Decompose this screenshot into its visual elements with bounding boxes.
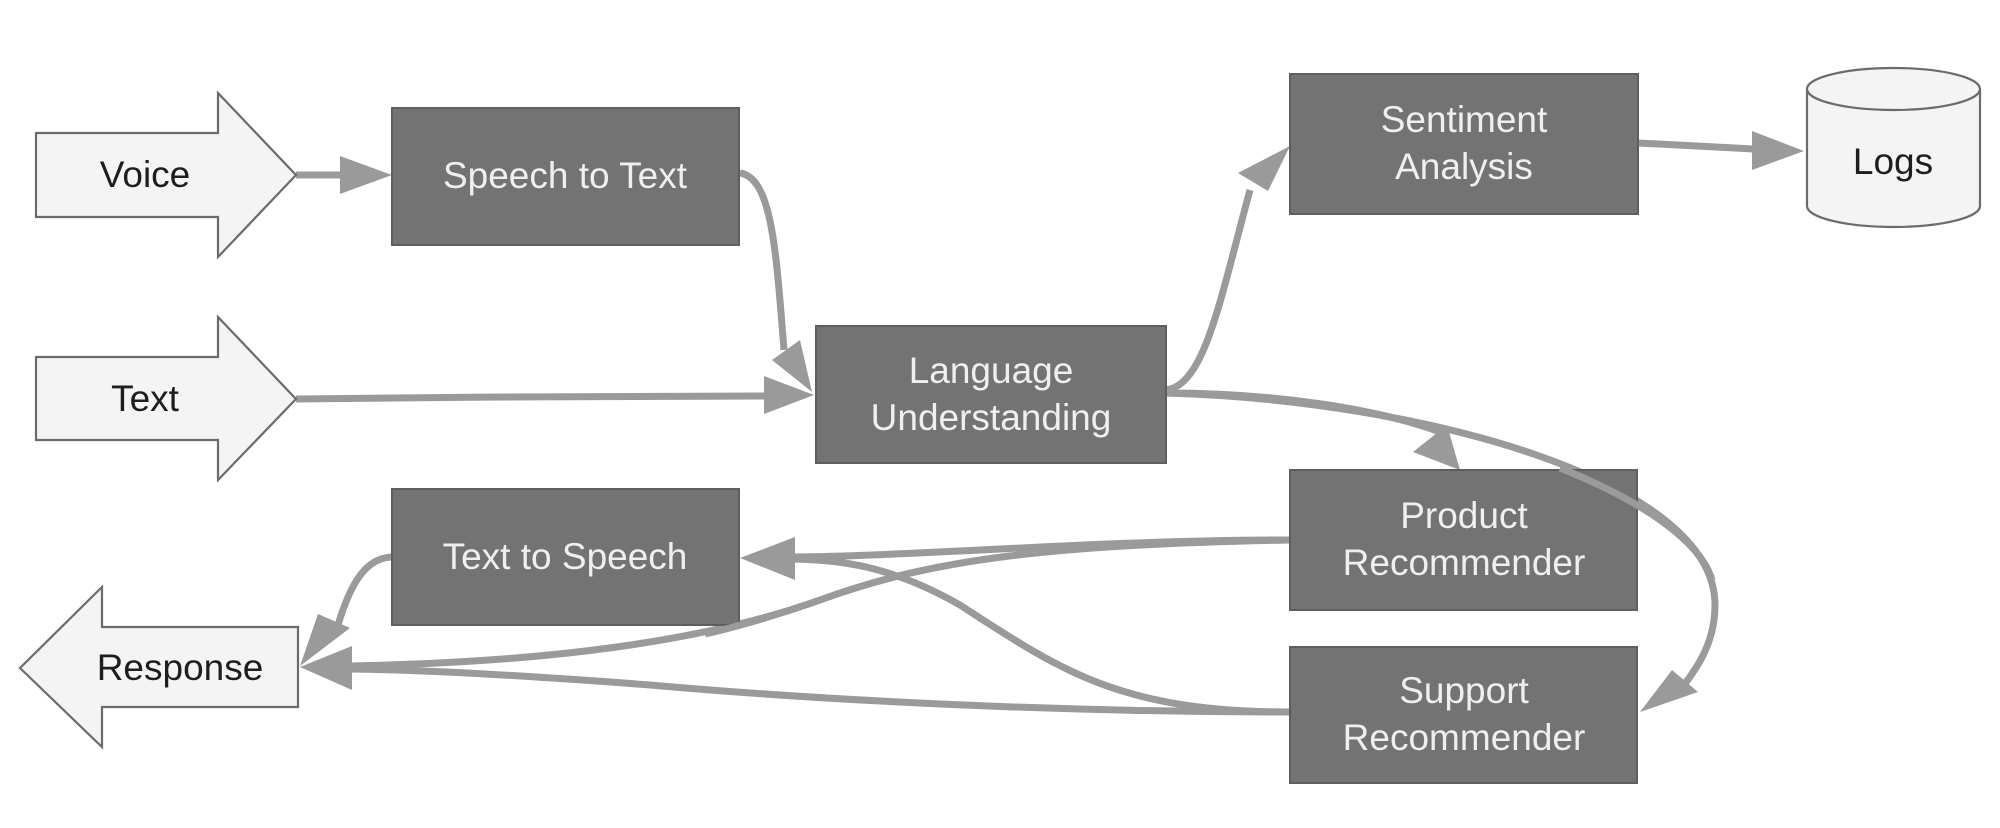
architecture-diagram: Voice Text Response Speech to Text Langu… <box>18 66 1982 784</box>
response-label: Response <box>97 647 264 688</box>
product-recommender-label-line2: Recommender <box>1343 542 1586 583</box>
support-recommender-label-line1: Support <box>1399 670 1529 711</box>
node-language-understanding: Language Understanding <box>815 325 1167 464</box>
node-product-recommender: Product Recommender <box>1289 469 1638 611</box>
text-to-speech-label: Text to Speech <box>443 536 688 577</box>
input-voice: Voice <box>34 90 298 260</box>
language-understanding-label-line1: Language <box>909 350 1074 391</box>
node-support-recommender: Support Recommender <box>1289 646 1638 784</box>
edge-sentiment-analysis-to-logs <box>1637 131 1804 170</box>
support-recommender-label-line2: Recommender <box>1343 717 1586 758</box>
input-text: Text <box>34 314 298 483</box>
edge-language-understanding-to-sentiment-analysis <box>1165 146 1290 394</box>
logs-label: Logs <box>1853 141 1933 182</box>
edge-support-recommender-to-response <box>349 665 1291 716</box>
product-recommender-label-line1: Product <box>1400 495 1528 536</box>
node-text-to-speech: Text to Speech <box>391 488 740 626</box>
node-speech-to-text: Speech to Text <box>391 107 740 246</box>
sentiment-analysis-label-line1: Sentiment <box>1381 99 1548 140</box>
output-response: Response <box>18 584 300 750</box>
text-label: Text <box>111 378 180 419</box>
voice-label: Voice <box>100 154 191 195</box>
speech-to-text-label: Speech to Text <box>443 155 688 196</box>
cylinder-top <box>1805 66 1982 112</box>
edge-speech-to-text-to-language-understanding <box>739 169 812 392</box>
edge-voice-to-speech-to-text <box>296 156 392 194</box>
node-sentiment-analysis: Sentiment Analysis <box>1289 73 1639 215</box>
edge-text-to-language-understanding <box>295 376 814 414</box>
sentiment-analysis-label-line2: Analysis <box>1395 146 1533 187</box>
language-understanding-label-line2: Understanding <box>871 397 1112 438</box>
node-logs: Logs <box>1805 66 1982 229</box>
